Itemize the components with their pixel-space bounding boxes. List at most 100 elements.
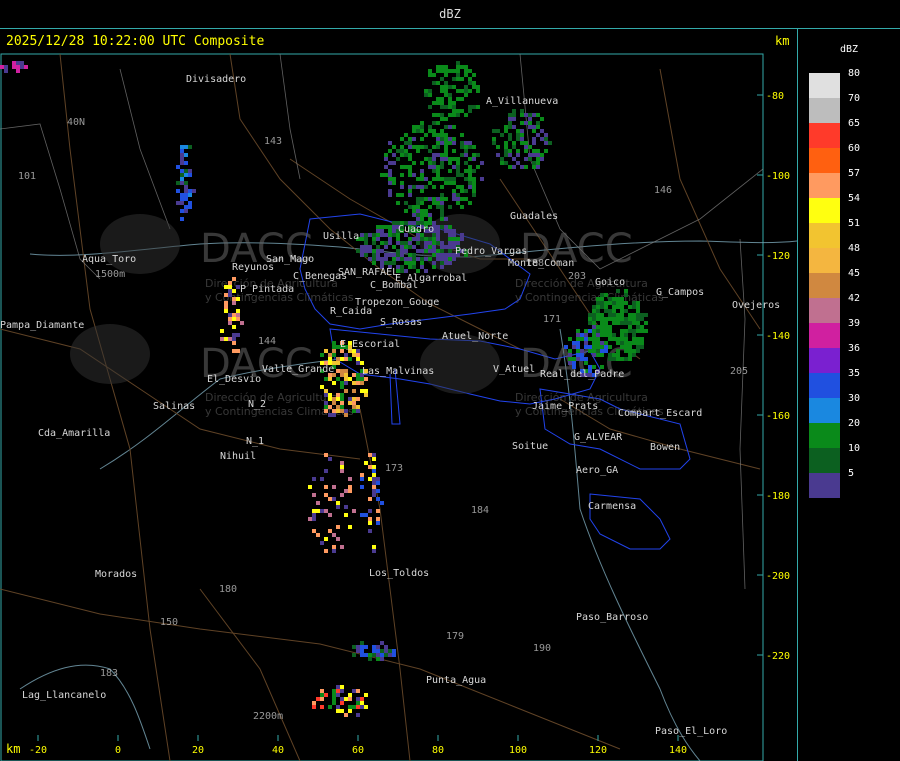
echo-cell xyxy=(344,389,348,393)
echo-cell xyxy=(596,309,600,313)
echo-cell xyxy=(232,341,236,345)
echo-cell xyxy=(452,109,456,113)
place-label: Cuadro xyxy=(398,224,434,235)
echo-cell xyxy=(420,209,424,213)
window-title: dBZ xyxy=(439,7,461,21)
echo-cell xyxy=(372,545,376,549)
echo-cell xyxy=(596,333,600,337)
echo-cell xyxy=(416,205,420,209)
place-label: Tropezon_Gouge xyxy=(355,297,439,308)
echo-cell xyxy=(568,361,572,365)
x-tick-label: 0 xyxy=(115,745,121,756)
echo-cell xyxy=(404,241,408,245)
echo-cell xyxy=(632,317,636,321)
echo-cell xyxy=(468,69,472,73)
echo-cell xyxy=(416,237,420,241)
place-label: Los_Toldos xyxy=(369,568,429,579)
y-tick-label: -160 xyxy=(766,411,790,422)
echo-cell xyxy=(324,537,328,541)
echo-cell xyxy=(444,217,448,221)
echo-cell xyxy=(620,313,624,317)
echo-cell xyxy=(508,121,512,125)
echo-cell xyxy=(444,141,448,145)
echo-cell xyxy=(416,249,420,253)
echo-cell xyxy=(508,113,512,117)
echo-cell xyxy=(420,257,424,261)
echo-cell xyxy=(180,145,184,149)
echo-cell xyxy=(424,197,428,201)
echo-cell xyxy=(448,93,452,97)
echo-cell xyxy=(368,521,372,525)
legend-value: 5 xyxy=(848,468,855,479)
echo-cell xyxy=(412,245,416,249)
echo-cell xyxy=(476,89,480,93)
radar-map[interactable]: DACC DACC DACC DACC Dirección de Agricul… xyxy=(0,29,797,761)
echo-cell xyxy=(436,165,440,169)
echo-cell xyxy=(376,657,380,661)
echo-cell xyxy=(332,345,336,349)
echo-cell xyxy=(440,89,444,93)
echo-cell xyxy=(420,217,424,221)
legend-value: 35 xyxy=(848,368,861,379)
echo-cell xyxy=(384,165,388,169)
color-legend: dBZ 80 70 65 60 57 54 51 48 45 42 39 36 35 30 20 10 5 xyxy=(798,29,900,761)
echo-cell xyxy=(348,397,352,401)
echo-cell xyxy=(440,117,444,121)
echo-cell xyxy=(436,253,440,257)
echo-cell xyxy=(436,141,440,145)
echo-cell xyxy=(440,65,444,69)
echo-cell xyxy=(340,689,344,693)
echo-cell xyxy=(364,705,368,709)
echo-cell xyxy=(360,701,364,705)
echo-cell xyxy=(376,481,380,485)
echo-cell xyxy=(608,333,612,337)
echo-cell xyxy=(348,485,352,489)
echo-cell xyxy=(336,501,340,505)
echo-cell xyxy=(408,193,412,197)
echo-cell xyxy=(624,357,628,361)
echo-cell xyxy=(332,341,336,345)
echo-cell xyxy=(408,265,412,269)
route-number: 144 xyxy=(258,336,276,347)
echo-cell xyxy=(320,541,324,545)
echo-cell xyxy=(356,373,360,377)
echo-cell xyxy=(372,477,376,481)
echo-cell xyxy=(528,153,532,157)
echo-cell xyxy=(636,321,640,325)
echo-cell xyxy=(400,241,404,245)
echo-cell xyxy=(448,233,452,237)
echo-cell xyxy=(380,229,384,233)
echo-cell xyxy=(424,241,428,245)
echo-cell xyxy=(636,309,640,313)
echo-cell xyxy=(640,329,644,333)
place-label: Paso_Barroso xyxy=(576,612,648,623)
echo-cell xyxy=(600,301,604,305)
echo-cell xyxy=(540,117,544,121)
echo-cell xyxy=(352,397,356,401)
echo-cell xyxy=(436,69,440,73)
x-tick-label: 100 xyxy=(509,745,527,756)
echo-cell xyxy=(532,125,536,129)
echo-cell xyxy=(236,297,240,301)
x-tick-label: 20 xyxy=(192,745,204,756)
echo-cell xyxy=(612,301,616,305)
echo-cell xyxy=(432,177,436,181)
echo-cell xyxy=(432,197,436,201)
echo-cell xyxy=(600,317,604,321)
echo-cell xyxy=(412,145,416,149)
echo-cell xyxy=(324,493,328,497)
echo-cell xyxy=(456,109,460,113)
echo-cell xyxy=(336,393,340,397)
echo-cell xyxy=(452,149,456,153)
echo-cell xyxy=(340,401,344,405)
echo-cell xyxy=(372,485,376,489)
echo-cell xyxy=(24,65,28,69)
echo-cell xyxy=(632,301,636,305)
echo-cell xyxy=(340,409,344,413)
echo-cell xyxy=(408,137,412,141)
echo-cell xyxy=(420,161,424,165)
echo-cell xyxy=(328,397,332,401)
echo-cell xyxy=(444,157,448,161)
echo-cell xyxy=(620,297,624,301)
radar-map-panel[interactable]: DACC DACC DACC DACC Dirección de Agricul… xyxy=(0,29,798,761)
